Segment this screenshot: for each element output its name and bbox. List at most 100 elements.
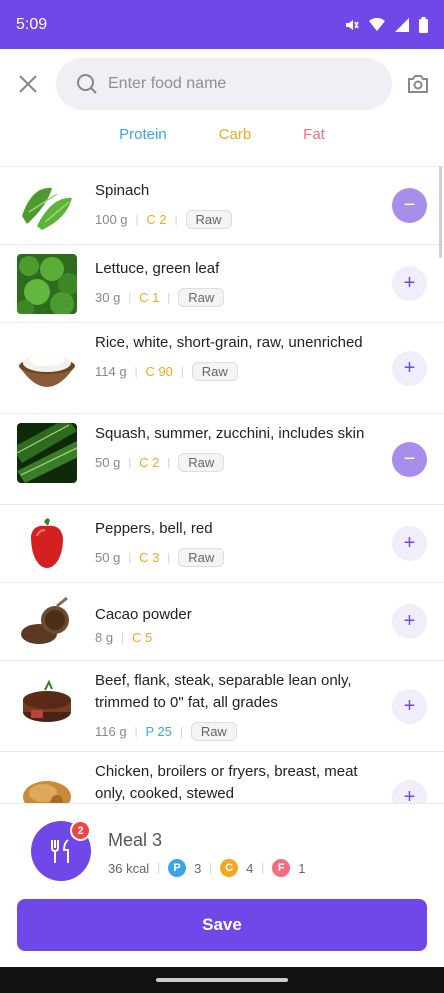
list-item[interactable]: Spinach 100 g | C 2 | Raw −: [0, 167, 444, 245]
protein-icon: P: [168, 859, 187, 877]
food-list: Spinach 100 g | C 2 | Raw − Lettuce, gre…: [0, 166, 444, 803]
plus-icon: +: [403, 357, 416, 379]
tab-fat[interactable]: Fat: [303, 126, 325, 150]
meal-panel: 2 Meal 3 36 kcal | P 3 | C 4 | F 1 Save: [0, 803, 444, 967]
add-button[interactable]: +: [392, 689, 427, 724]
food-thumbnail-beef: [17, 676, 77, 736]
mute-icon: [346, 19, 359, 30]
food-weight: 100 g: [95, 212, 128, 227]
food-meta: 50 g | C 3 | Raw: [95, 548, 385, 567]
separator: |: [167, 456, 171, 469]
fork-knife-icon: [51, 839, 69, 863]
save-button[interactable]: Save: [17, 899, 427, 951]
add-button[interactable]: +: [392, 266, 427, 301]
item-count-badge: 2: [70, 820, 91, 841]
meal-kcal: 36 kcal: [108, 860, 150, 876]
meal-stats: 36 kcal | P 3 | C 4 | F 1: [108, 859, 305, 877]
list-item[interactable]: Beef, flank, steak, separable lean only,…: [0, 661, 444, 752]
meal-fat: 1: [298, 860, 306, 876]
raw-tag: Raw: [178, 548, 225, 567]
food-carb: C 2: [146, 212, 167, 227]
list-item[interactable]: Rice, white, short-grain, raw, unenriche…: [0, 323, 444, 414]
raw-tag: Raw: [190, 722, 237, 741]
search-box[interactable]: [56, 58, 392, 110]
list-item[interactable]: Cacao powder 8 g | C 5 +: [0, 583, 444, 661]
add-button[interactable]: +: [392, 351, 427, 386]
macro-tabs: Protein Carb Fat: [0, 126, 444, 150]
food-name: Peppers, bell, red: [95, 520, 213, 537]
navigation-bar: [0, 967, 444, 993]
food-meta: 114 g | C 90 | Raw: [95, 362, 385, 381]
raw-tag: Raw: [191, 362, 238, 381]
remove-button[interactable]: −: [392, 442, 427, 477]
food-thumbnail-lettuce: [17, 254, 77, 314]
food-name: Cacao powder: [95, 606, 192, 623]
tab-protein[interactable]: Protein: [119, 126, 167, 150]
food-thumbnail-pepper: [17, 514, 77, 574]
home-handle[interactable]: [156, 978, 288, 982]
minus-icon: −: [403, 448, 416, 470]
list-item[interactable]: Lettuce, green leaf 30 g | C 1 | Raw +: [0, 245, 444, 323]
separator: |: [174, 213, 178, 226]
raw-tag: Raw: [185, 210, 232, 229]
carb-icon: C: [220, 859, 239, 877]
food-carb: C 90: [145, 364, 173, 379]
remove-button[interactable]: −: [392, 188, 427, 223]
food-meta: 50 g | C 2 | Raw: [95, 453, 385, 472]
food-weight: 116 g: [95, 724, 127, 739]
separator: |: [167, 551, 171, 564]
list-item[interactable]: Chicken, broilers or fryers, breast, mea…: [0, 752, 444, 803]
minus-icon: −: [403, 194, 416, 216]
raw-tag: Raw: [178, 288, 225, 307]
close-button[interactable]: [14, 70, 42, 98]
list-item[interactable]: Squash, summer, zucchini, includes skin …: [0, 414, 444, 505]
food-carb: C 1: [139, 290, 160, 305]
meal-title: Meal 3: [108, 830, 163, 850]
food-weight: 50 g: [95, 550, 121, 565]
raw-tag: Raw: [178, 453, 225, 472]
add-button[interactable]: +: [392, 604, 427, 639]
meal-protein: 3: [194, 860, 202, 876]
food-thumbnail-chicken: [17, 767, 77, 803]
scrollbar[interactable]: [439, 166, 442, 258]
search-row: [0, 58, 444, 110]
separator: |: [128, 551, 132, 564]
food-weight: 50 g: [95, 455, 121, 470]
separator: |: [121, 631, 124, 644]
search-input[interactable]: [108, 75, 368, 93]
food-weight: 30 g: [95, 290, 121, 305]
tab-carb[interactable]: Carb: [219, 126, 252, 150]
battery-icon: [419, 16, 428, 33]
add-button[interactable]: +: [392, 780, 427, 803]
add-button[interactable]: +: [392, 526, 427, 561]
food-name: Squash, summer, zucchini, includes skin: [95, 425, 365, 442]
close-icon: [19, 75, 37, 93]
separator: |: [134, 365, 138, 378]
separator: |: [261, 862, 265, 874]
plus-icon: +: [403, 695, 416, 717]
food-carb: C 2: [139, 455, 160, 470]
fat-icon: F: [272, 859, 291, 877]
food-meta: 100 g | C 2 | Raw: [95, 210, 385, 229]
food-thumbnail-cacao: [17, 592, 77, 652]
status-bar: 5:09: [0, 0, 444, 49]
plus-icon: +: [403, 610, 416, 632]
separator: |: [128, 291, 132, 304]
wifi-icon: [369, 17, 385, 31]
separator: |: [180, 365, 184, 378]
signal-icon: [395, 17, 409, 32]
food-thumbnail-spinach: [17, 176, 77, 236]
meal-carb: 4: [246, 860, 254, 876]
separator: |: [135, 213, 139, 226]
food-thumbnail-zucchini: [17, 423, 77, 483]
separator: |: [209, 862, 213, 874]
list-item[interactable]: Peppers, bell, red 50 g | C 3 | Raw +: [0, 505, 444, 583]
food-meta: 8 g | C 5: [95, 630, 385, 645]
food-weight: 114 g: [95, 364, 127, 379]
food-name: Chicken, broilers or fryers, breast, mea…: [95, 763, 358, 802]
camera-icon: [408, 75, 428, 93]
food-thumbnail-rice: [17, 338, 77, 398]
camera-button[interactable]: [404, 70, 432, 98]
food-name: Rice, white, short-grain, raw, unenriche…: [95, 334, 363, 351]
plus-icon: +: [403, 786, 416, 803]
